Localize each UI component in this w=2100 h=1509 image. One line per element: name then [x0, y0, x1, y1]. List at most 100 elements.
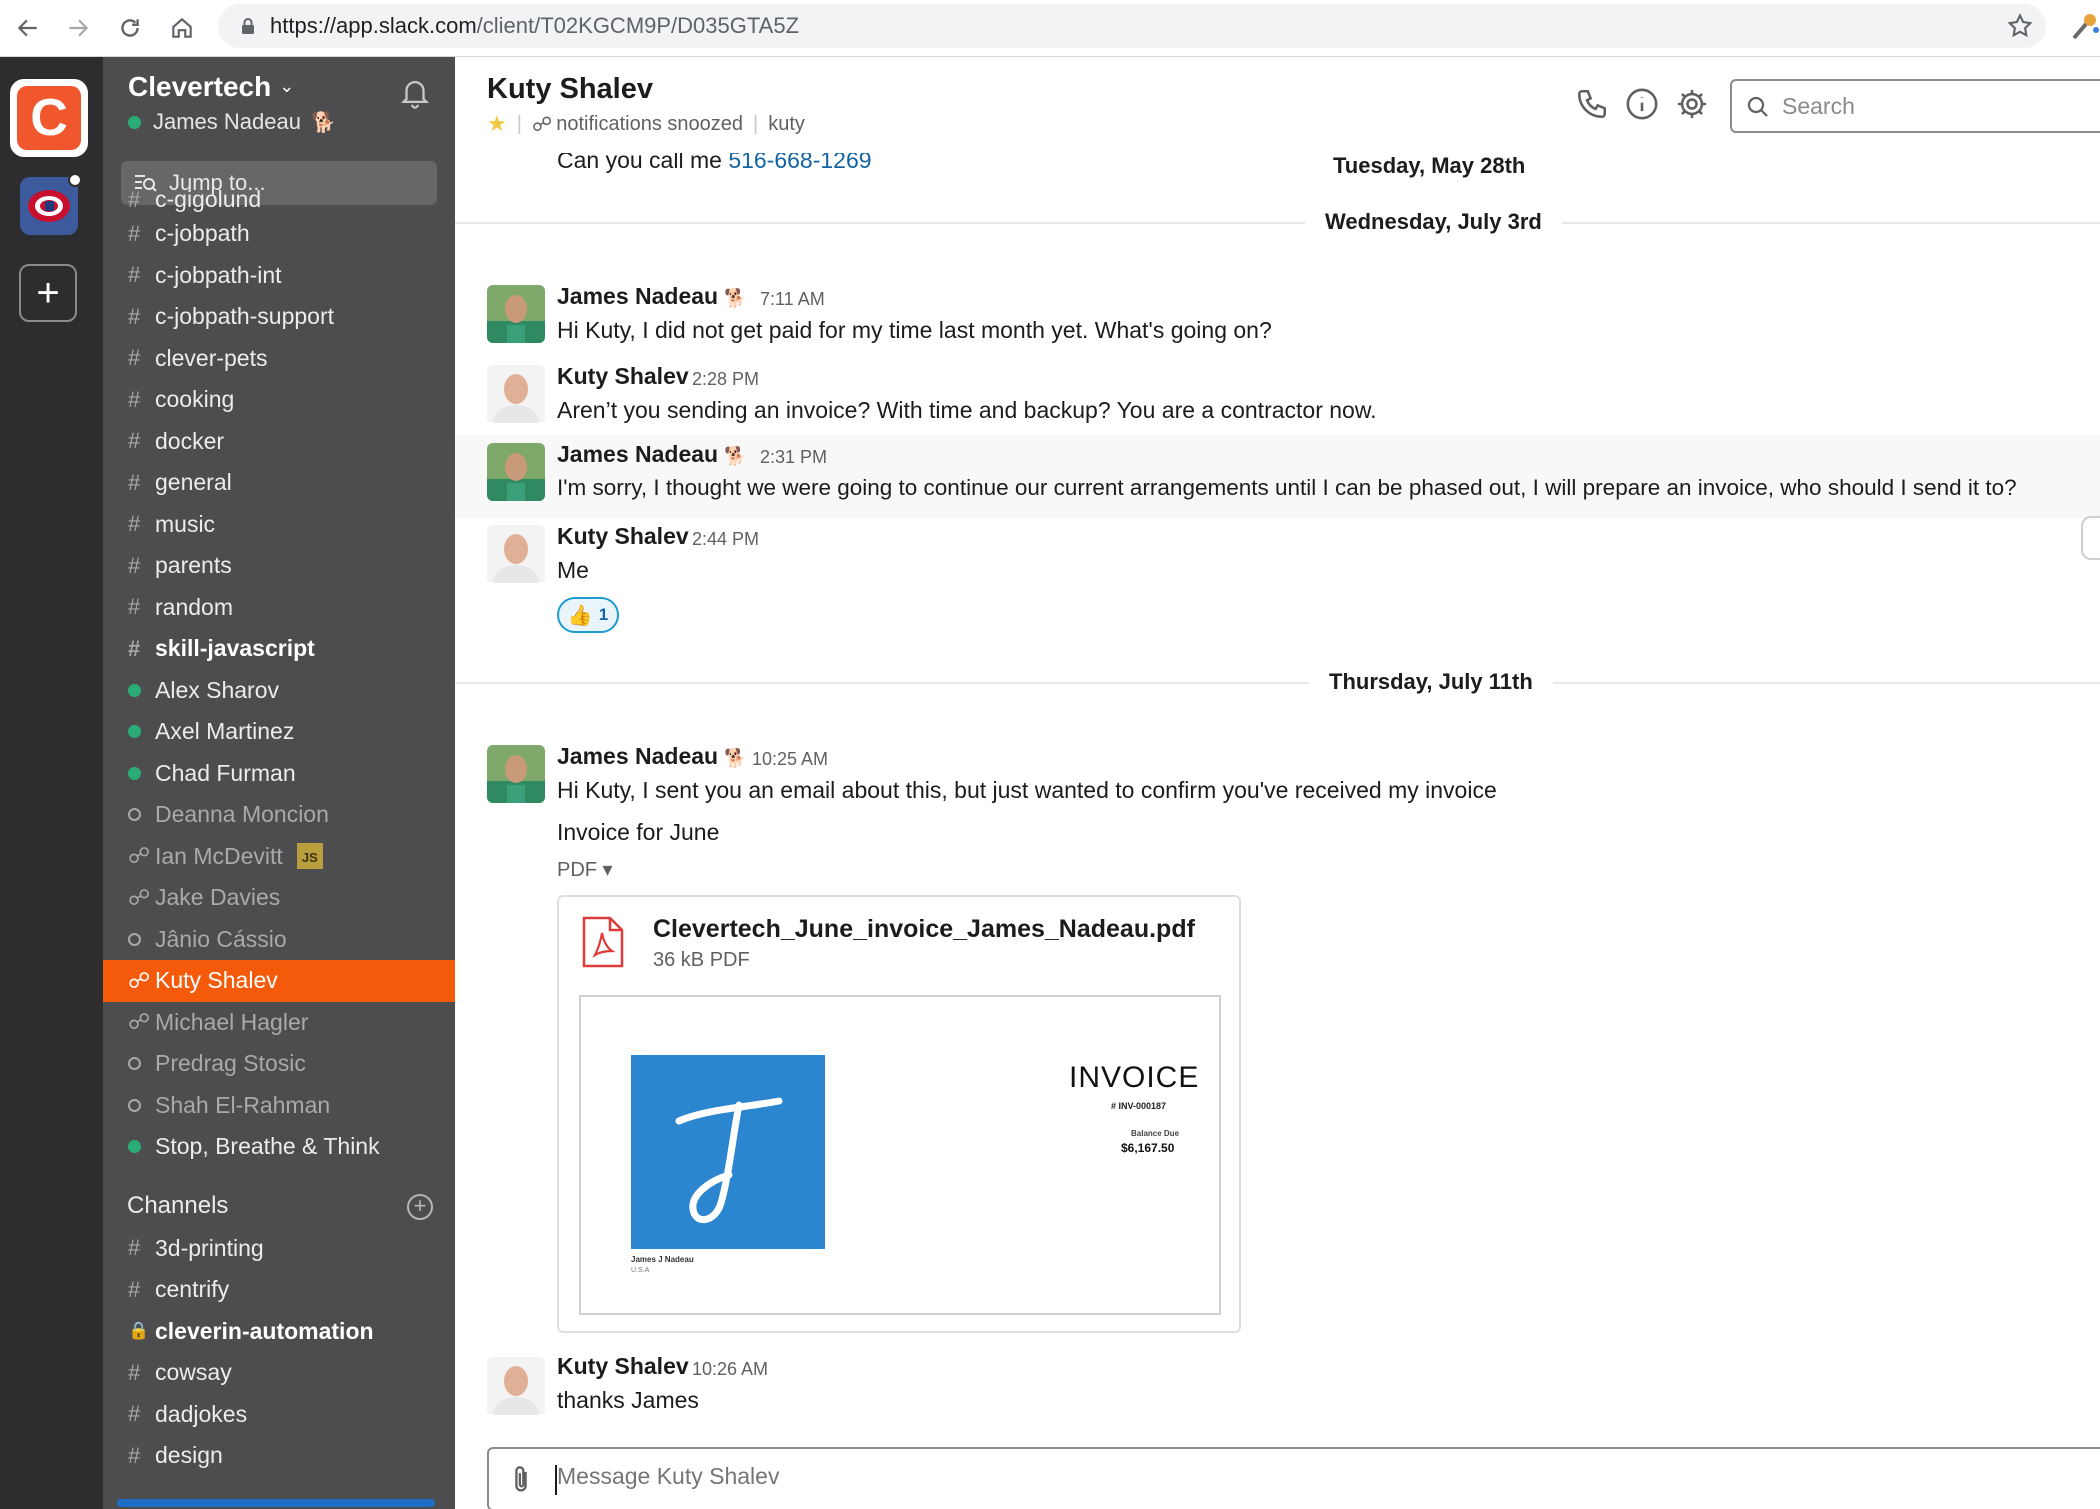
status-emoji: 🐕 [724, 288, 747, 308]
sidebar-item-c-jobpath-support[interactable]: # c-jobpath-support [103, 296, 455, 338]
hash-icon: # [128, 386, 141, 412]
attach-icon[interactable] [507, 1465, 535, 1495]
sidebar-item-3d-printing[interactable]: #3d-printing [103, 1228, 455, 1270]
avatar-james[interactable] [487, 285, 545, 343]
sidebar-item-music[interactable]: # music [103, 504, 455, 546]
sidebar-item-parents[interactable]: # parents [103, 545, 455, 587]
channel-title[interactable]: Kuty Shalev [487, 73, 653, 106]
message-author[interactable]: James Nadeau 🐕 [557, 743, 747, 770]
phone-icon[interactable] [1575, 87, 1609, 121]
day-divider-label[interactable]: Thursday, July 11th [1309, 669, 1553, 695]
sidebar-item-general[interactable]: # general [103, 462, 455, 504]
workspace-clevertech[interactable]: C [10, 79, 88, 157]
message-author[interactable]: Kuty Shalev [557, 1353, 689, 1380]
message-time[interactable]: 2:44 PM [692, 529, 759, 550]
sidebar-item-cut[interactable]: # c-gigolund [103, 189, 455, 213]
sidebar-item-chad-furman[interactable]: Chad Furman [103, 753, 455, 795]
external-user-icon: ☍ [128, 1009, 151, 1035]
add-workspace-button[interactable]: + [19, 264, 77, 322]
forward-icon[interactable] [58, 8, 98, 48]
avatar-james[interactable] [487, 745, 545, 803]
gear-icon[interactable] [1675, 87, 1709, 121]
message[interactable]: Kuty Shalev 2:44 PM Me 👍 1 [455, 523, 2100, 633]
balance-amount: $6,167.50 [1121, 1141, 1175, 1155]
reaction-thumbsup[interactable]: 👍 1 [557, 597, 619, 633]
balance-label: Balance Due [1131, 1129, 1180, 1138]
message-input[interactable] [557, 1463, 2057, 1490]
file-type-dropdown[interactable]: PDF ▾ [557, 857, 613, 882]
sidebar-item-axel-martinez[interactable]: Axel Martinez [103, 711, 455, 753]
sidebar-item-predrag-stosic[interactable]: Predrag Stosic [103, 1043, 455, 1085]
message[interactable]: Kuty Shalev 10:26 AM thanks James [455, 1353, 2100, 1433]
bookmark-star-icon[interactable] [2006, 12, 2034, 40]
sidebar-item-design[interactable]: # design [103, 1435, 455, 1477]
sidebar-item-clever-pets[interactable]: # clever-pets [103, 338, 455, 380]
sidebar-item-c-jobpath[interactable]: # c-jobpath [103, 213, 455, 255]
avatar-kuty[interactable] [487, 365, 545, 423]
message-time[interactable]: 2:31 PM [760, 447, 827, 468]
sidebar-item-c-jobpath-int[interactable]: # c-jobpath-int [103, 255, 455, 297]
sidebar-item-ian-mcdevitt[interactable]: ☍ Ian McDevitt JS [103, 836, 455, 878]
sidebar-item-dadjokes[interactable]: # dadjokes [103, 1394, 455, 1436]
chevron-down-icon: ⌄ [279, 76, 295, 96]
sidebar-item-kuty-shalev[interactable]: ☍ Kuty Shalev [103, 960, 455, 1002]
sidebar-item-cowsay[interactable]: # cowsay [103, 1352, 455, 1394]
day-divider-label[interactable]: Wednesday, July 3rd [1305, 209, 1562, 235]
sidebar-item-michael-hagler[interactable]: ☍ Michael Hagler [103, 1002, 455, 1044]
extension-icon[interactable] [2070, 10, 2100, 44]
sidebar-item-random[interactable]: # random [103, 587, 455, 629]
message[interactable]: James Nadeau 🐕 10:25 AM Hi Kuty, I sent y… [455, 743, 2100, 1343]
phone-link[interactable]: 516-668-1269 [728, 153, 871, 173]
avatar-james[interactable] [487, 443, 545, 501]
hash-icon: # [128, 1359, 141, 1385]
hash-icon: # [128, 552, 141, 578]
file-preview[interactable]: INVOICE # INV-000187 Balance Due $6,167.… [579, 995, 1221, 1315]
current-user[interactable]: James Nadeau 🐕 [128, 109, 336, 135]
avatar-kuty[interactable] [487, 525, 545, 583]
sidebar-item-jake-davies[interactable]: ☍ Jake Davies [103, 877, 455, 919]
sidebar-item-docker[interactable]: # docker [103, 421, 455, 463]
sidebar-item-centrify[interactable]: # centrify [103, 1269, 455, 1311]
day-divider-label[interactable]: Tuesday, May 28th [1313, 153, 1546, 179]
message[interactable]: James Nadeau 🐕 2:31 PM I'm sorry, I thoug… [455, 435, 2100, 519]
file-name[interactable]: Clevertech_June_invoice_James_Nadeau.pdf [653, 915, 1195, 944]
message-author[interactable]: Kuty Shalev [557, 363, 689, 390]
reload-icon[interactable] [110, 8, 150, 48]
workspace-canadiens[interactable] [20, 177, 78, 235]
message-author[interactable]: James Nadeau 🐕 [557, 283, 747, 310]
message-time[interactable]: 10:25 AM [752, 749, 828, 770]
sidebar-item-cooking[interactable]: # cooking [103, 379, 455, 421]
file-attachment[interactable]: Clevertech_June_invoice_James_Nadeau.pdf… [557, 895, 1241, 1333]
sidebar-item-j-nio-c-ssio[interactable]: Jânio Cássio [103, 919, 455, 961]
sidebar-item-stop-breathe-think[interactable]: Stop, Breathe & Think [103, 1126, 455, 1168]
back-icon[interactable] [8, 8, 48, 48]
message[interactable]: Kuty Shalev 2:28 PM Aren’t you sending a… [455, 363, 2100, 443]
avatar-kuty[interactable] [487, 1357, 545, 1415]
hash-icon: # [128, 635, 141, 661]
sidebar-item-skill-javascript[interactable]: # skill-javascript [103, 628, 455, 670]
message-actions-handle[interactable] [2081, 516, 2100, 560]
address-bar[interactable]: https://app.slack.com/client/T02KGCM9P/D… [218, 4, 2046, 48]
sidebar-item-cleverin-automation[interactable]: 🔒 cleverin-automation [103, 1311, 455, 1353]
home-icon[interactable] [162, 8, 202, 48]
message-time[interactable]: 7:11 AM [760, 289, 825, 310]
file-title[interactable]: Invoice for June [557, 819, 719, 846]
snooze-status[interactable]: notifications snoozed [556, 113, 743, 136]
message-author[interactable]: Kuty Shalev [557, 523, 689, 550]
sidebar-item-shah-el-rahman[interactable]: Shah El-Rahman [103, 1085, 455, 1127]
message-author[interactable]: James Nadeau 🐕 [557, 441, 747, 468]
bell-icon[interactable] [398, 75, 432, 109]
sidebar-item-deanna-moncion[interactable]: Deanna Moncion [103, 794, 455, 836]
sidebar-scrollbar[interactable] [117, 1499, 435, 1507]
message-composer[interactable] [487, 1447, 2100, 1509]
sidebar-item-alex-sharov[interactable]: Alex Sharov [103, 670, 455, 712]
message-time[interactable]: 2:28 PM [692, 369, 759, 390]
message[interactable]: James Nadeau 🐕 7:11 AM Hi Kuty, I did not… [455, 283, 2100, 363]
search-input[interactable]: Search [1730, 79, 2100, 133]
star-icon[interactable]: ★ [487, 111, 507, 137]
message-time[interactable]: 10:26 AM [692, 1359, 768, 1380]
add-channel-icon[interactable]: + [407, 1193, 433, 1220]
team-name[interactable]: Clevertech ⌄ [128, 71, 294, 103]
info-icon[interactable] [1625, 87, 1659, 121]
channels-section-header[interactable]: Channels + [103, 1168, 455, 1228]
